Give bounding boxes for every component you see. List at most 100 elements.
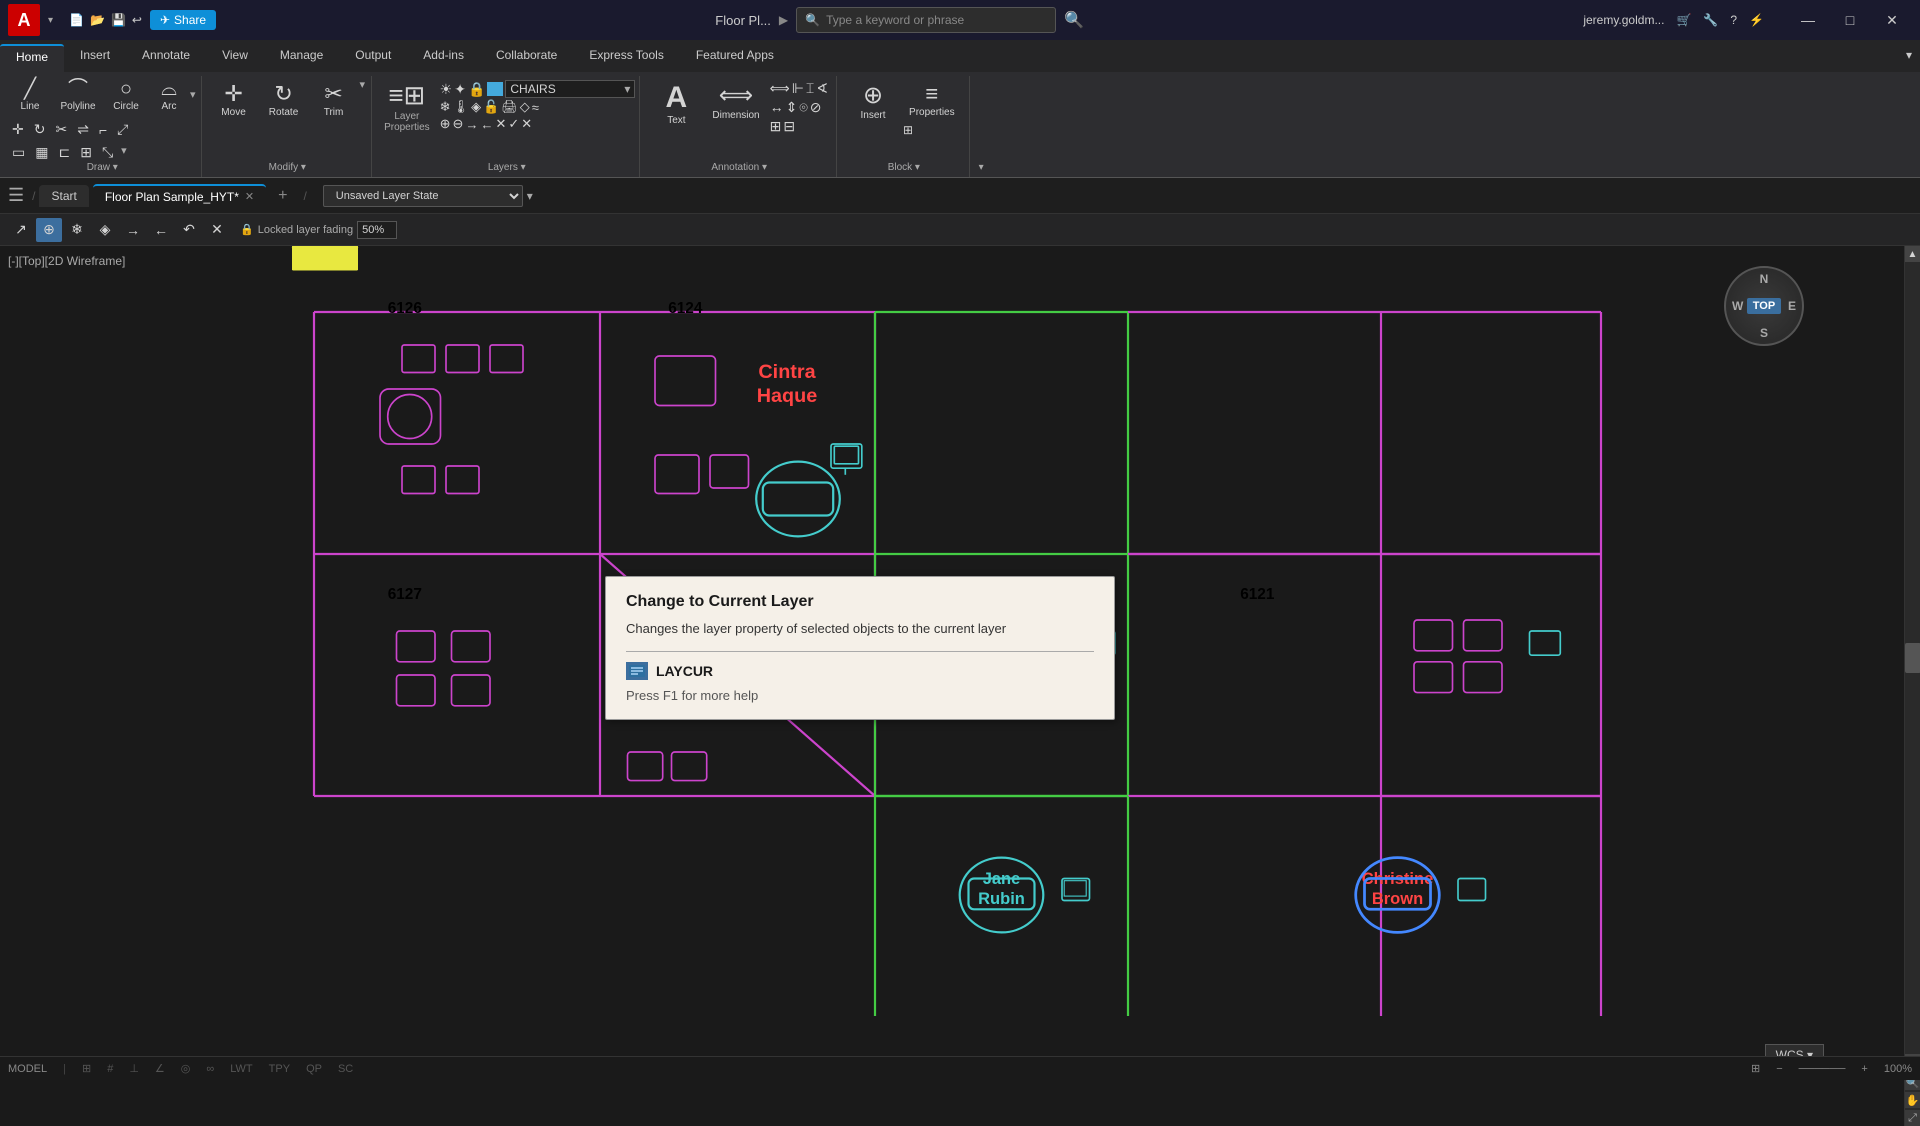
move-tool[interactable]: ✛ bbox=[8, 119, 28, 140]
freeze2-icon[interactable]: 🌡 bbox=[453, 99, 470, 115]
layer-tool-1[interactable]: ⊕ bbox=[440, 116, 451, 132]
fillet-tool[interactable]: ⌐ bbox=[95, 119, 111, 140]
layer-tool-6[interactable]: ✓ bbox=[508, 116, 519, 132]
lpt-delete[interactable]: ✕ bbox=[204, 218, 230, 242]
rotate-tool[interactable]: ↻ bbox=[30, 119, 50, 140]
mirror-tool[interactable]: ⇌ bbox=[73, 119, 93, 140]
tab-manage[interactable]: Manage bbox=[264, 44, 339, 72]
status-zoom-in[interactable]: + bbox=[1861, 1063, 1867, 1075]
layer-state-arrow[interactable]: ▾ bbox=[527, 189, 533, 203]
dim-tool-8[interactable]: ⊘ bbox=[810, 99, 822, 116]
layer-name-dropdown[interactable]: CHAIRS ▾ bbox=[505, 80, 635, 98]
dim-tool-4[interactable]: ∢ bbox=[816, 80, 828, 97]
minimize-button[interactable]: — bbox=[1788, 5, 1828, 35]
modify-dropdown[interactable]: ▾ bbox=[360, 78, 366, 105]
freeze-icon[interactable]: ❄ bbox=[440, 99, 451, 115]
circle-button[interactable]: ○ Circle bbox=[104, 76, 148, 115]
draw-dropdown[interactable]: ▾ bbox=[190, 76, 196, 115]
user-account[interactable]: jeremy.goldm... bbox=[1583, 13, 1664, 27]
vp-freeze-icon[interactable]: ◈ bbox=[471, 99, 481, 115]
tab-insert[interactable]: Insert bbox=[64, 44, 126, 72]
tab-featured-apps[interactable]: Featured Apps bbox=[680, 44, 790, 72]
lock-icon[interactable]: 🔒 bbox=[468, 81, 485, 98]
layer-state-dropdown[interactable]: Unsaved Layer State bbox=[323, 185, 523, 207]
tab-start[interactable]: Start bbox=[39, 185, 88, 207]
sun-icon[interactable]: ☀ bbox=[440, 81, 453, 98]
status-polar[interactable]: ∠ bbox=[155, 1062, 165, 1075]
array-tool[interactable]: ⊞ bbox=[76, 142, 96, 163]
status-zoom-level[interactable]: 100% bbox=[1884, 1063, 1912, 1075]
layer-properties-button[interactable]: ≡⊞ LayerProperties bbox=[378, 78, 436, 135]
clip-button[interactable]: ✂ Trim bbox=[310, 78, 358, 121]
layer-tool-7[interactable]: ✕ bbox=[521, 116, 532, 132]
tools-icon[interactable]: 🔧 bbox=[1703, 13, 1718, 27]
rect-tool[interactable]: ▭ bbox=[8, 142, 29, 163]
extend-tool[interactable]: ⤢ bbox=[1905, 1110, 1920, 1126]
lpt-freeze[interactable]: ❄ bbox=[64, 218, 90, 242]
search-box[interactable]: 🔍 Type a keyword or phrase bbox=[796, 7, 1056, 33]
arc-button[interactable]: ⌓ Arc bbox=[150, 76, 188, 115]
hatch-tool[interactable]: ▦ bbox=[31, 142, 52, 163]
search-button-icon[interactable]: 🔍 bbox=[1064, 10, 1084, 30]
text-button[interactable]: A Text bbox=[650, 78, 702, 129]
tab-collaborate[interactable]: Collaborate bbox=[480, 44, 573, 72]
compass-top-button[interactable]: TOP bbox=[1747, 298, 1781, 314]
share-button[interactable]: ✈Share bbox=[150, 10, 216, 30]
canvas-viewport[interactable]: [-][Top][2D Wireframe] bbox=[0, 246, 1904, 1126]
status-sc[interactable]: SC bbox=[338, 1063, 353, 1075]
locked-fading-input[interactable] bbox=[357, 221, 397, 239]
vp2-icon[interactable]: ◇ bbox=[520, 99, 530, 115]
trim-tool[interactable]: ✂ bbox=[51, 119, 71, 140]
save-icon[interactable]: 💾 bbox=[111, 13, 126, 27]
status-otrack[interactable]: ∞ bbox=[206, 1063, 214, 1075]
tab-addins[interactable]: Add-ins bbox=[407, 44, 480, 72]
tab-view[interactable]: View bbox=[206, 44, 264, 72]
dim-tool-7[interactable]: ⌾ bbox=[799, 99, 807, 116]
status-osnap[interactable]: ◎ bbox=[181, 1062, 191, 1075]
pan-tool[interactable]: ✋ bbox=[1905, 1092, 1920, 1108]
block-tool-1[interactable]: ⊞ bbox=[903, 123, 961, 137]
insert-button[interactable]: ⊕ Insert bbox=[847, 78, 899, 124]
lpt-walk[interactable]: ↶ bbox=[176, 218, 202, 242]
dim-tool-2[interactable]: ⊩ bbox=[792, 80, 804, 97]
close-button[interactable]: ✕ bbox=[1872, 5, 1912, 35]
scroll-thumb[interactable] bbox=[1905, 643, 1920, 673]
layer-tool-5[interactable]: ✕ bbox=[495, 116, 506, 132]
hamburger-button[interactable]: ☰ bbox=[8, 185, 24, 206]
app-icon[interactable]: A bbox=[8, 4, 40, 36]
polyline-button[interactable]: ⌒ Polyline bbox=[54, 76, 102, 115]
rotate3d-button[interactable]: ↻ Rotate bbox=[260, 78, 308, 121]
scale-tool[interactable]: ⤢ bbox=[113, 119, 132, 140]
lpt-match[interactable]: → bbox=[120, 218, 146, 242]
tab-home[interactable]: Home bbox=[0, 44, 64, 72]
line-button[interactable]: ╱ Line bbox=[8, 76, 52, 115]
scroll-up[interactable]: ▲ bbox=[1905, 246, 1920, 262]
status-ortho[interactable]: ⊥ bbox=[129, 1062, 139, 1075]
offset-tool[interactable]: ⊏ bbox=[54, 142, 74, 163]
match-icon[interactable]: ≈ bbox=[532, 100, 539, 115]
status-model[interactable]: MODEL bbox=[8, 1063, 47, 1075]
crosshair-button[interactable]: ✛ Move bbox=[210, 78, 258, 121]
plot-icon[interactable]: 🖨 bbox=[501, 99, 518, 115]
properties-button[interactable]: ≡ Properties bbox=[903, 78, 961, 121]
help-icon[interactable]: ? bbox=[1730, 13, 1737, 27]
dimension-button[interactable]: ⟺ Dimension bbox=[706, 78, 765, 124]
nav-forward[interactable]: ▶ bbox=[779, 13, 788, 27]
undo-icon[interactable]: ↩ bbox=[132, 13, 142, 27]
tab-more[interactable]: ▾ bbox=[1898, 44, 1920, 72]
right-scrollbar[interactable]: ▲ ▼ 🔍 ✋ ⤢ bbox=[1904, 246, 1920, 1126]
status-zoom-out[interactable]: − bbox=[1776, 1063, 1782, 1075]
lpt-make-current[interactable]: ↗ bbox=[8, 218, 34, 242]
tab-floor-plan[interactable]: Floor Plan Sample_HYT* ✕ bbox=[93, 184, 266, 208]
dim-tool-9[interactable]: ⊟ bbox=[783, 118, 795, 135]
layer-tool-4[interactable]: ← bbox=[480, 117, 493, 132]
lpt-isolate[interactable]: ◈ bbox=[92, 218, 118, 242]
status-layout[interactable]: ⊞ bbox=[1751, 1062, 1760, 1075]
status-lwt[interactable]: LWT bbox=[230, 1063, 252, 1075]
dropdown-arrow[interactable]: ▾ bbox=[48, 15, 53, 26]
dim-tool-5[interactable]: ↔ bbox=[770, 99, 784, 116]
status-snap[interactable]: ⊞ bbox=[82, 1062, 91, 1075]
new-icon[interactable]: 📄 bbox=[69, 13, 84, 27]
tab-express-tools[interactable]: Express Tools bbox=[573, 44, 679, 72]
store-icon[interactable]: 🛒 bbox=[1676, 13, 1691, 27]
